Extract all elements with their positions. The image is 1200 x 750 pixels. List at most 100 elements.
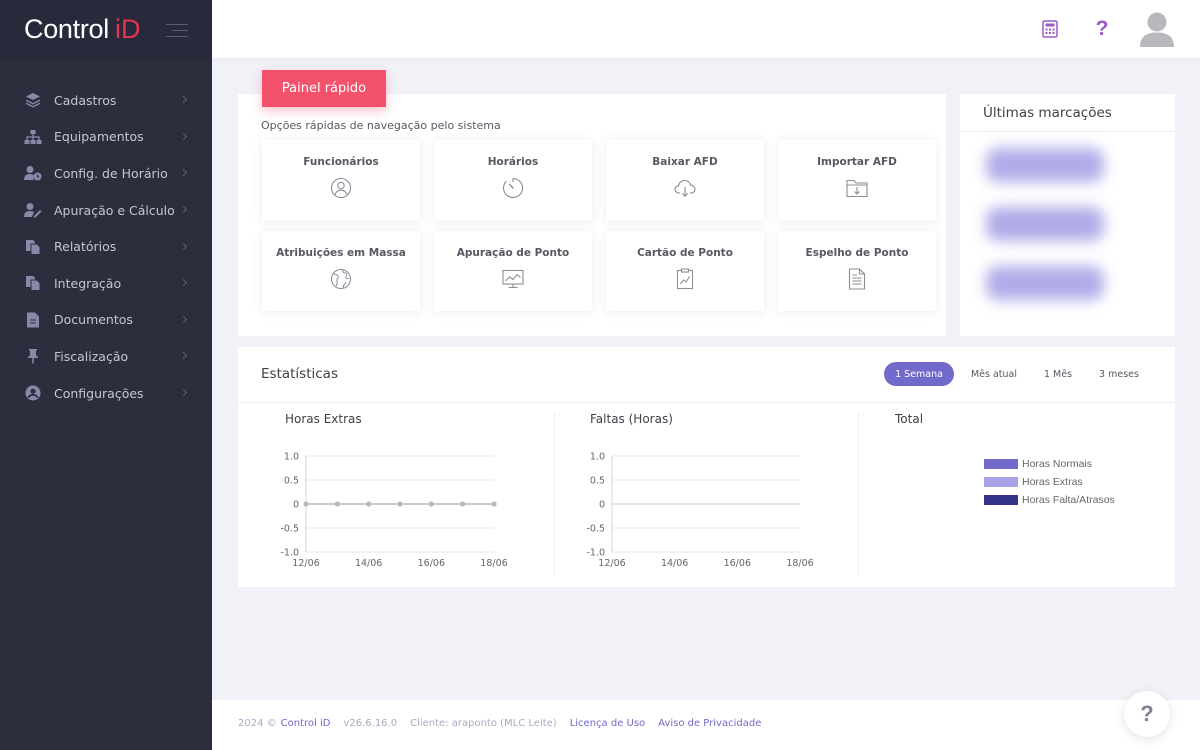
chevron-right-icon [179,389,188,397]
x-tick-label: 12/06 [292,558,319,569]
copy-icon [24,274,42,292]
help-floating-button[interactable]: ? [1124,691,1170,737]
tile-funcionarios[interactable]: Funcionários [262,140,420,220]
chart-title-horas-extras: Horas Extras [285,412,362,426]
sidebar-item-documentos[interactable]: Documentos [0,302,212,339]
sidebar-item-equipamentos[interactable]: Equipamentos [0,119,212,156]
footer-version: v26.6.16.0 [343,718,398,729]
sidebar-item-integracao[interactable]: Integração [0,265,212,302]
quick-panel-tab[interactable]: Painel rápido [262,70,386,107]
tile-label: Apuração de Ponto [456,247,570,259]
tile-baixar-afd[interactable]: Baixar AFD [606,140,764,220]
footer: 2024 © Control iD v26.6.16.0 Cliente: ara… [212,700,1200,750]
y-tick-label: -1.0 [280,548,299,559]
brand-accent: iD [114,13,141,44]
help-icon[interactable]: ? [1089,16,1115,42]
period-3-meses[interactable]: 3 meses [1088,362,1150,386]
y-tick-label: -1.0 [586,548,605,559]
divider [858,413,859,575]
user-icon [330,177,352,199]
sidebar-item-apuracao[interactable]: Apuração e Cálculo [0,192,212,229]
copy-icon [24,238,42,256]
user-avatar-icon[interactable] [1139,10,1175,48]
divider [960,131,1175,132]
tile-importar-afd[interactable]: Importar AFD [778,140,936,220]
tile-label: Espelho de Ponto [805,247,909,259]
statistics-title: Estatísticas [261,366,338,382]
file-icon [24,311,42,329]
tile-horarios[interactable]: Horários [434,140,592,220]
user-edit-icon [24,201,42,219]
latest-punches-title: Últimas marcações [983,105,1112,121]
y-tick-label: 0 [293,500,299,511]
timer-icon [502,177,524,199]
brand-name: Control [24,13,109,44]
x-tick-label: 16/06 [418,558,445,569]
sidebar-item-label: Documentos [54,312,133,328]
period-1-semana[interactable]: 1 Semana [884,362,954,386]
sidebar-nav: Cadastros Equipamentos Config. de Horári… [0,58,212,411]
tile-cartao-ponto[interactable]: Cartão de Ponto [606,231,764,311]
sidebar-item-relatorios[interactable]: Relatórios [0,228,212,265]
chevron-right-icon [179,169,188,177]
data-point [397,501,403,507]
quick-panel-subtitle: Opções rápidas de navegação pelo sistema [261,119,501,132]
pin-icon [24,347,42,365]
quick-panel: Opções rápidas de navegação pelo sistema… [238,94,946,336]
footer-license-link[interactable]: Licença de Uso [570,718,645,729]
sidebar-item-label: Equipamentos [54,129,144,145]
sidebar-item-configuracoes[interactable]: Configurações [0,375,212,412]
chart-title-faltas: Faltas (Horas) [590,412,673,426]
tile-atribuicoes-massa[interactable]: Atribuições em Massa [262,231,420,311]
tile-label: Baixar AFD [652,156,718,168]
chevron-right-icon [179,279,188,287]
chart-horas-extras: 1.0 0.5 0 -0.5 -1.012/06 14/06 16/06 18/06 [280,452,507,570]
y-tick-label: 1.0 [284,452,299,463]
document-lines-icon [846,268,868,290]
sidebar-item-label: Integração [54,275,122,291]
y-tick-label: 0 [599,500,605,511]
sidebar-item-fiscalizacao[interactable]: Fiscalização [0,338,212,375]
sidebar-item-cadastros[interactable]: Cadastros [0,82,212,119]
legend-item-horas-normais: Horas Normais [984,458,1092,470]
x-tick-label: 14/06 [355,558,382,569]
legend-swatch [984,459,1018,469]
sidebar: Control iD Cadastros Equipamentos Config… [0,0,212,750]
period-1-mes[interactable]: 1 Mês [1034,362,1082,386]
period-mes-atual[interactable]: Mês atual [960,362,1028,386]
topbar: ? [212,0,1200,58]
chevron-right-icon [179,315,188,323]
y-tick-label: 1.0 [590,452,605,463]
x-tick-label: 18/06 [480,558,507,569]
footer-brand-link[interactable]: Control iD [281,718,331,729]
data-point [491,501,497,507]
user-circle-icon [24,384,42,402]
tile-espelho-ponto[interactable]: Espelho de Ponto [778,231,936,311]
data-point [428,501,434,507]
sidebar-item-label: Cadastros [54,92,117,108]
tile-label: Horários [487,156,539,168]
sidebar-item-label: Apuração e Cálculo [54,202,175,218]
divider [554,413,555,575]
y-tick-label: 0.5 [284,476,299,487]
divider [238,402,1175,403]
sidebar-item-config-horario[interactable]: Config. de Horário [0,155,212,192]
user-clock-icon [24,164,42,182]
monitor-chart-icon [502,268,524,290]
menu-toggle-icon[interactable] [166,22,188,38]
footer-privacy-link[interactable]: Aviso de Privacidade [658,718,761,729]
chevron-right-icon [179,132,188,140]
document-chart-icon [674,268,696,290]
sitemap-icon [24,128,42,146]
latest-punches-panel: Últimas marcações [960,94,1175,336]
calculator-icon[interactable] [1037,16,1063,42]
footer-client: Cliente: araponto (MLC Leite) [410,718,557,729]
sidebar-item-label: Fiscalização [54,348,129,364]
tile-label: Funcionários [303,156,379,168]
folder-download-icon [846,177,868,199]
chart-faltas-horas: 1.0 0.5 0 -0.5 -1.012/06 14/06 16/06 18/06 [586,452,813,570]
legend-label: Horas Falta/Atrasos [1022,494,1115,506]
x-tick-label: 12/06 [598,558,625,569]
copyright-text: 2024 © [238,718,277,729]
tile-apuracao-ponto[interactable]: Apuração de Ponto [434,231,592,311]
